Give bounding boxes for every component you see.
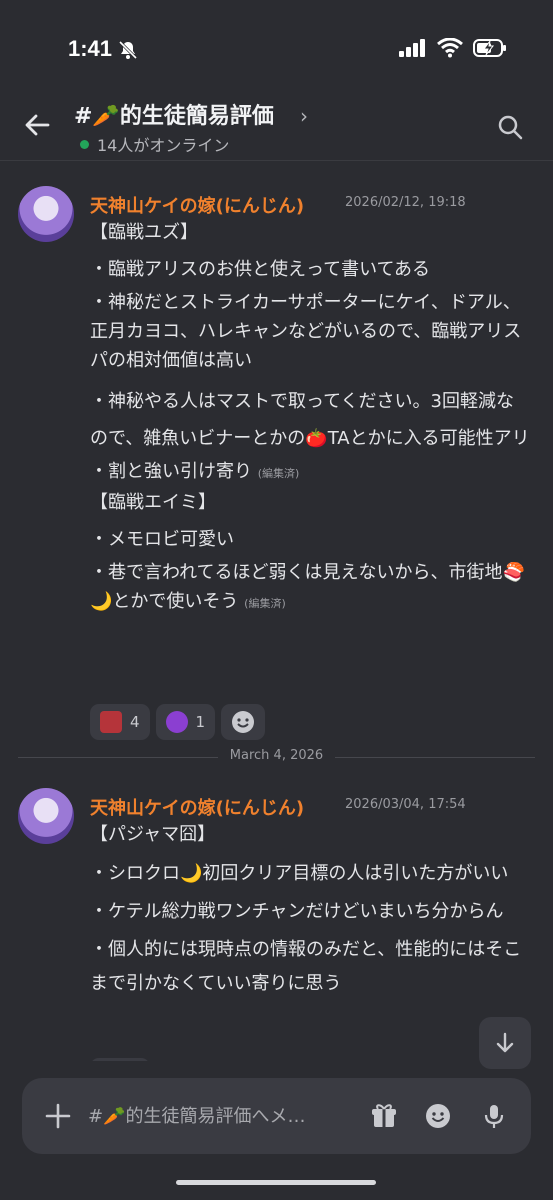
message-body: 【パジャマ囧】 ・シロクロ🌙初回クリア目標の人は引いた方がいい ・ケテル総力戦ワ…: [90, 820, 530, 1001]
message-line: ・個人的には現時点の情報のみだと、性能的にはそこまで引かなくていい寄りに思う: [90, 939, 522, 994]
message-body: 【臨戦ユズ】 ・臨戦アリスのお供と使えって書いてある ・神秘だとストライカーサポ…: [90, 218, 530, 618]
message-author[interactable]: 天神山ケイの嫁(にんじん): [90, 192, 304, 218]
message-line: ・シロクロ🌙初回クリア目標の人は引いた方がいい: [90, 863, 509, 884]
jump-to-latest-button[interactable]: [479, 1017, 531, 1069]
message-line: ・ケテル総力戦ワンチャンだけどいまいち分からん: [90, 901, 504, 922]
search-icon[interactable]: [497, 114, 523, 140]
online-count: 14人がオンライン: [97, 136, 230, 155]
message-line: ・メモロビ可愛い: [90, 529, 234, 550]
edited-label: (編集済): [244, 597, 286, 610]
message-line: ・神秘やる人はマストで取ってください。3回軽減なので、雑魚いビナーとかの🍅TAと…: [90, 391, 530, 449]
arrow-down-icon: [496, 1032, 514, 1053]
message-author[interactable]: 天神山ケイの嫁(にんじん): [90, 794, 304, 820]
message-line: ・臨戦アリスのお供と使えって書いてある: [90, 259, 431, 280]
message-timestamp: 2026/03/04, 17:54: [345, 797, 466, 812]
smiley-add-icon: [232, 711, 255, 733]
back-arrow-icon[interactable]: [22, 110, 52, 140]
wifi-icon: [437, 38, 463, 58]
signal-icon: [399, 39, 425, 57]
home-indicator: [176, 1180, 376, 1185]
message-line: ・割と強い引け寄り (編集済): [90, 461, 300, 482]
message-line: 【臨戦ユズ】: [90, 222, 198, 243]
reaction-count: 4: [130, 713, 140, 731]
message-line: ・巷で言われてるほど弱くは見えないから、市街地🍣🌙とかで使いそう (編集済): [90, 562, 525, 612]
status-bar: 1:41: [0, 0, 553, 100]
custom-emoji-icon: [100, 711, 122, 733]
date-divider: March 4, 2026: [18, 747, 535, 767]
date-divider-label: March 4, 2026: [229, 748, 324, 763]
devil-emoji-icon: [165, 711, 188, 733]
reaction-button[interactable]: 1: [90, 1058, 150, 1061]
plus-icon[interactable]: [44, 1102, 72, 1130]
message-composer: #🥕的生徒簡易評価へメ…: [22, 1078, 531, 1154]
message-input[interactable]: #🥕的生徒簡易評価へメ…: [88, 1102, 306, 1128]
reaction-bar: 1: [90, 1058, 150, 1061]
chevron-right-icon[interactable]: ›: [300, 104, 308, 128]
message-list[interactable]: 天神山ケイの嫁(にんじん) 2026/02/12, 19:18 【臨戦ユズ】 ・…: [0, 161, 553, 1061]
online-status: 14人がオンライン: [80, 132, 229, 156]
message-line: ・神秘だとストライカーサポーターにケイ、ドアル、正月カヨコ、ハレキャンなどがいる…: [90, 292, 522, 371]
reaction-count: 1: [195, 713, 206, 731]
message-line: 【パジャマ囧】: [90, 824, 216, 845]
bell-muted-icon: [118, 40, 138, 60]
channel-header: #🥕的生徒簡易評価 › 14人がオンライン: [0, 92, 553, 161]
message-timestamp: 2026/02/12, 19:18: [345, 195, 466, 210]
avatar[interactable]: [18, 186, 74, 242]
gift-icon[interactable]: [370, 1102, 398, 1130]
channel-title[interactable]: #🥕的生徒簡易評価: [74, 98, 274, 130]
add-reaction-button[interactable]: [221, 704, 266, 740]
battery-charging-icon: [473, 39, 506, 57]
edited-label: (編集済): [257, 467, 300, 480]
emoji-icon[interactable]: [424, 1102, 452, 1130]
avatar[interactable]: [18, 788, 74, 844]
reaction-bar: 4 1: [90, 704, 266, 740]
message-line: 【臨戦エイミ】: [90, 492, 216, 513]
reaction-button[interactable]: 1: [155, 704, 216, 740]
online-dot-icon: [80, 139, 89, 149]
reaction-button[interactable]: 4: [90, 704, 150, 740]
status-time: 1:41: [68, 36, 113, 61]
microphone-icon[interactable]: [480, 1102, 508, 1130]
